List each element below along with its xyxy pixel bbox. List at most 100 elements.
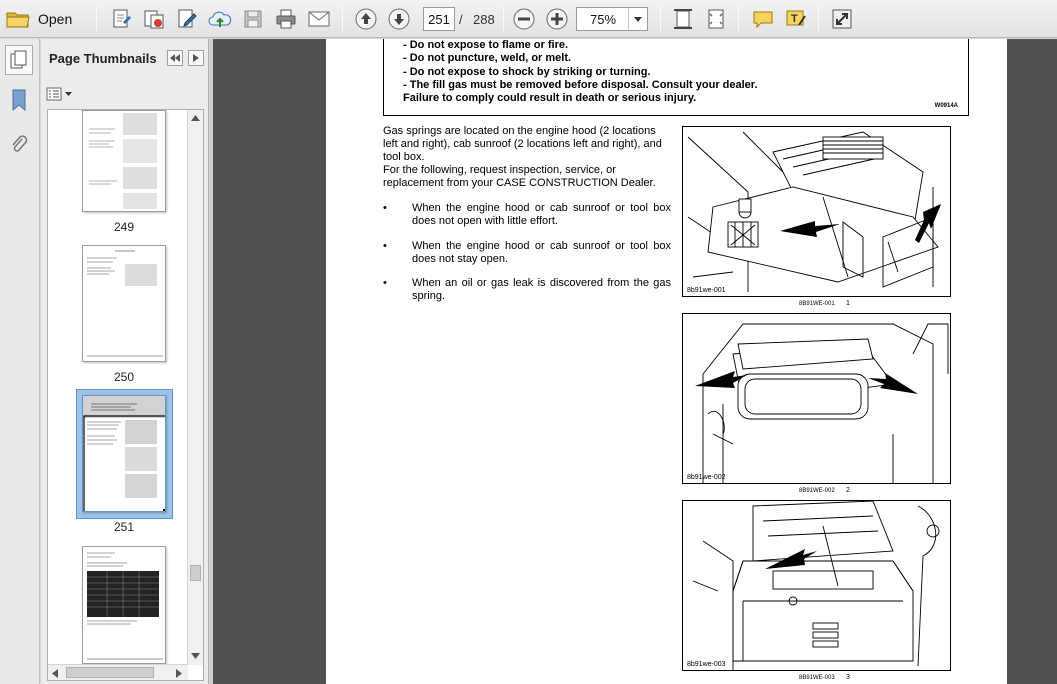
upload-button[interactable]: [206, 5, 234, 33]
thumbnail-page-current[interactable]: [82, 395, 166, 512]
chevron-right-icon: [193, 54, 199, 62]
warning-line: Failure to comply could result in death …: [403, 92, 697, 104]
toolbar-separator: [503, 6, 504, 32]
options-list-icon: [46, 87, 62, 101]
open-label: Open: [38, 11, 73, 27]
warning-line: - Do not puncture, weld, or melt.: [403, 52, 572, 64]
chevron-down-icon: [65, 92, 72, 96]
speech-bubble-icon: [752, 9, 774, 29]
svg-text:T: T: [791, 13, 798, 25]
fit-page-icon: [673, 8, 693, 30]
intro-paragraph: Gas springs are located on the engine ho…: [383, 125, 662, 163]
pages-icon: [10, 50, 28, 70]
open-button[interactable]: Open: [6, 5, 84, 33]
zoom-in-button[interactable]: [543, 5, 571, 33]
bullet-item: When the engine hood or cab sunroof or t…: [412, 202, 671, 227]
expand-panel-button[interactable]: [188, 50, 204, 66]
navigation-pane-rail: [0, 39, 40, 684]
thumbnail-label: 250: [113, 370, 135, 384]
toolbar-separator: [738, 6, 739, 32]
paperclip-icon: [10, 133, 28, 155]
page-thumbnails-tab[interactable]: [5, 45, 33, 75]
collapse-panel-button[interactable]: [167, 50, 183, 66]
chevron-right-icon[interactable]: [176, 669, 182, 678]
plus-circle-icon: [546, 8, 568, 30]
zoom-selector[interactable]: [576, 7, 648, 31]
expand-page-icon: [706, 8, 726, 30]
page-number-input[interactable]: [423, 7, 455, 31]
next-page-button[interactable]: [385, 5, 413, 33]
chevron-down-icon: [634, 16, 642, 22]
figure-tag: 8b91we-001: [687, 287, 726, 294]
figure-number: 3: [846, 674, 850, 681]
chevron-down-icon[interactable]: [191, 653, 200, 659]
zoom-out-button[interactable]: [510, 5, 538, 33]
thumbnail-list[interactable]: 249 250 251: [47, 109, 204, 681]
warning-code: W0914A: [934, 103, 958, 109]
full-screen-button[interactable]: [828, 5, 856, 33]
create-pdf-button[interactable]: [108, 5, 136, 33]
edit-document-icon: [176, 8, 198, 30]
arrow-up-circle-icon: [355, 8, 377, 30]
create-pdf-icon: [111, 8, 133, 30]
figure-tag: 8b91we-003: [687, 661, 726, 668]
intro-paragraph: For the following, request inspection, s…: [383, 164, 656, 189]
page-separator: /: [459, 11, 463, 27]
warning-box: - Do not expose to flame or fire. - Do n…: [383, 39, 969, 116]
tool-box-illustration: [692, 501, 940, 670]
zoom-dropdown-button[interactable]: [628, 8, 647, 30]
thumbnail-label: 251: [113, 520, 135, 534]
envelope-icon: [308, 11, 330, 27]
full-screen-icon: [831, 8, 853, 30]
toolbar-separator: [342, 6, 343, 32]
cab-sunroof-illustration: [695, 323, 949, 483]
warning-line: - The fill gas must be removed before di…: [403, 79, 758, 91]
warning-line: - Do not expose to shock by striking or …: [403, 66, 651, 78]
bullet-marker: •: [383, 202, 387, 214]
figure-engine-hood: 8b91we-001: [682, 126, 951, 297]
zoom-input[interactable]: [577, 8, 629, 30]
figure-number: 2: [846, 487, 850, 494]
previous-page-button[interactable]: [352, 5, 380, 33]
bullet-marker: •: [383, 240, 387, 252]
attachments-tab[interactable]: [5, 129, 33, 159]
printer-icon: [275, 9, 297, 29]
thumbnail-label: 249: [113, 220, 135, 234]
figure-cab-sunroof: 8b91we-002: [682, 313, 951, 484]
figure-caption: 8B91WE-002: [799, 488, 835, 494]
thumbnail-vertical-scrollbar[interactable]: [187, 110, 203, 665]
bullet-item: When an oil or gas leak is discovered fr…: [412, 277, 671, 302]
chevron-up-icon[interactable]: [191, 115, 200, 121]
thumbnail-options-button[interactable]: [46, 85, 74, 103]
comment-button[interactable]: [749, 5, 777, 33]
page-thumbnails-panel: Page Thumbnails 249 250 251: [41, 39, 209, 684]
toolbar-separator: [818, 6, 819, 32]
figure-caption: 8B91WE-003: [799, 675, 835, 681]
thumbnail-page[interactable]: [82, 110, 166, 212]
edit-document-button[interactable]: [173, 5, 201, 33]
scrollbar-thumb[interactable]: [66, 667, 154, 678]
arrow-down-circle-icon: [388, 8, 410, 30]
highlight-text-button[interactable]: T: [782, 5, 810, 33]
save-button[interactable]: [239, 5, 267, 33]
warning-line: - Do not expose to flame or fire.: [403, 39, 569, 51]
email-button[interactable]: [305, 5, 333, 33]
scrollbar-thumb[interactable]: [190, 565, 201, 581]
figure-caption: 8B91WE-001: [799, 301, 835, 307]
bookmarks-tab[interactable]: [5, 85, 33, 115]
fit-page-button[interactable]: [669, 5, 697, 33]
print-button[interactable]: [272, 5, 300, 33]
combine-files-button[interactable]: [140, 5, 168, 33]
fit-width-button[interactable]: [702, 5, 730, 33]
engine-hood-illustration: [687, 131, 941, 292]
bullet-marker: •: [383, 277, 387, 289]
thumbnail-horizontal-scrollbar[interactable]: [48, 664, 188, 680]
thumbnail-page[interactable]: [82, 245, 166, 362]
main-toolbar: Open / 288: [0, 0, 1057, 38]
page-total: 288: [473, 11, 495, 27]
chevron-left-icon[interactable]: [52, 669, 58, 678]
figure-number: 1: [846, 300, 850, 307]
bullet-item: When the engine hood or cab sunroof or t…: [412, 240, 671, 265]
panel-title: Page Thumbnails: [49, 51, 157, 66]
thumbnail-page[interactable]: [82, 546, 166, 664]
